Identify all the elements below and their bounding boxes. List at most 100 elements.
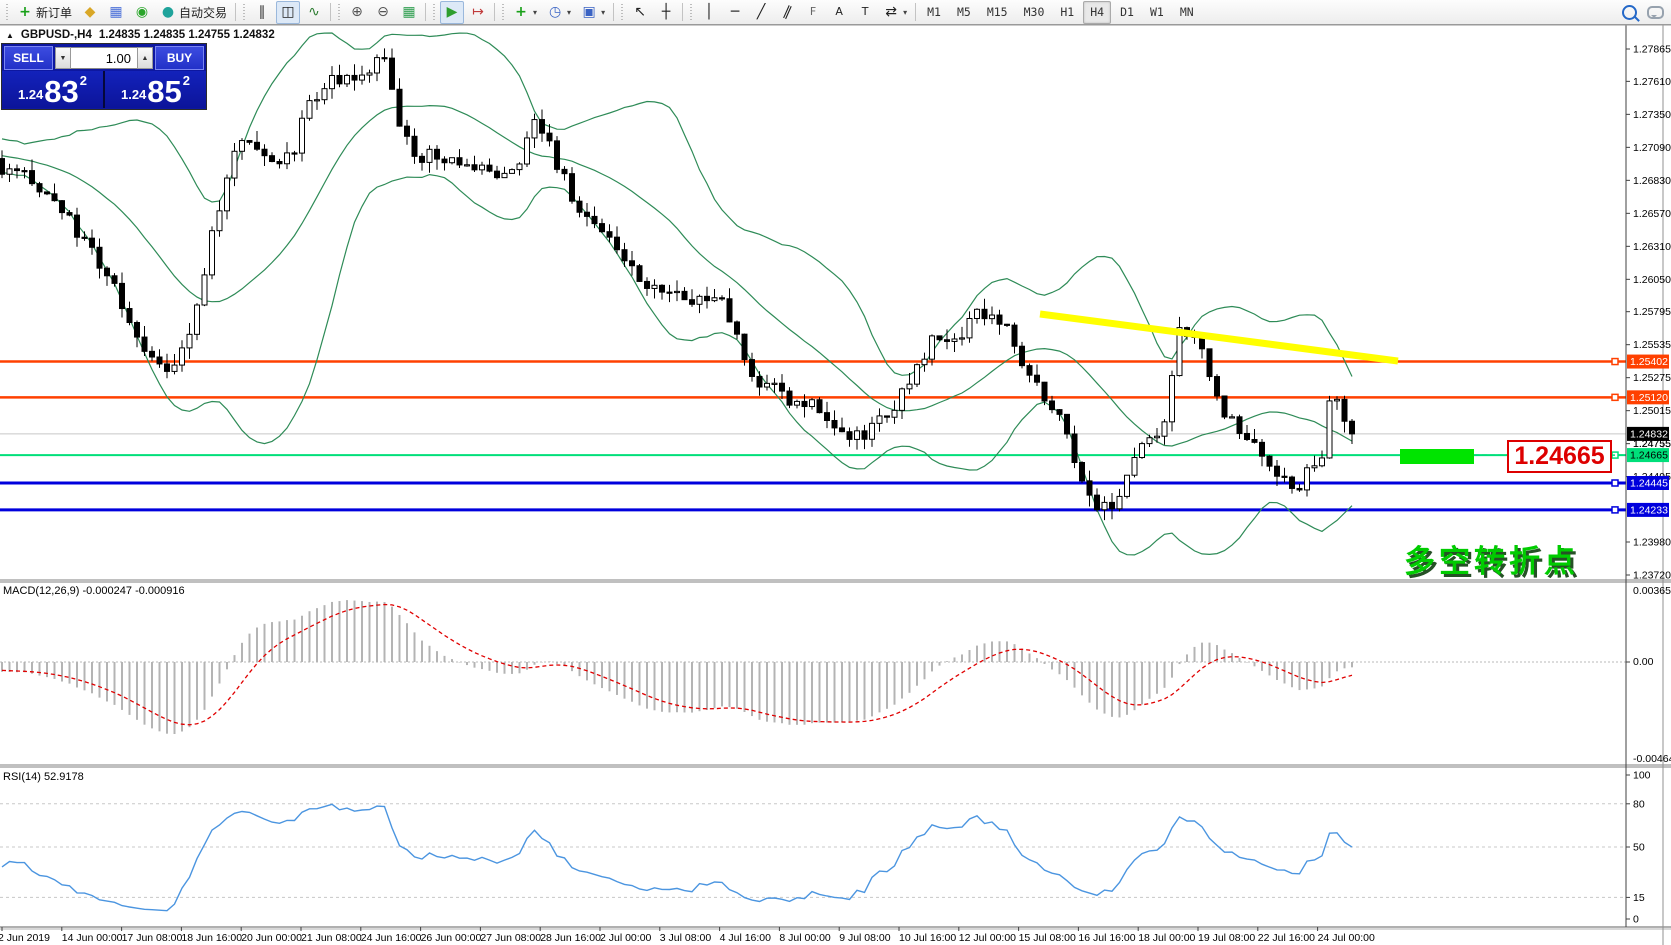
candle-down (277, 162, 282, 164)
level-handle[interactable] (1612, 507, 1618, 513)
new-order-button[interactable]: +新订单 (13, 1, 76, 24)
candle-up (712, 298, 717, 301)
candle-up (1132, 458, 1137, 476)
level-handle[interactable] (1612, 480, 1618, 486)
timeframe-m5-button[interactable]: M5 (950, 1, 978, 24)
timeframe-d1-button[interactable]: D1 (1113, 1, 1141, 24)
level-handle[interactable] (1612, 359, 1618, 365)
collapse-panel-icon[interactable]: ▲ (6, 31, 14, 40)
candle-up (187, 334, 192, 348)
auto-scroll-button[interactable]: ▶ (440, 1, 464, 24)
chat-button[interactable] (1643, 1, 1668, 24)
candle-down (727, 299, 732, 322)
line-chart-button[interactable]: ∿ (302, 1, 326, 24)
candle-down (1222, 396, 1227, 417)
signals-button[interactable]: ◉ (130, 1, 154, 24)
new-order-button-label: 新订单 (36, 4, 72, 21)
price-callout-box[interactable]: 1.24665 (1507, 440, 1612, 473)
vertical-line-tool[interactable]: │ (697, 1, 721, 24)
candle-down (255, 142, 260, 149)
candle-down (382, 58, 387, 59)
periods-button[interactable]: ◷▾ (543, 1, 575, 24)
indicators-button[interactable]: +▾ (509, 1, 541, 24)
level-handle[interactable] (1612, 394, 1618, 400)
vertical-line-tool-icon: │ (701, 5, 717, 19)
bar-chart-button[interactable]: ∥ (250, 1, 274, 24)
toolbar-separator (613, 3, 614, 21)
text-label-tool[interactable]: T (853, 1, 877, 24)
candle-up (502, 173, 507, 177)
auto-trading-button[interactable]: ●自动交易 (156, 1, 231, 24)
buy-button[interactable]: BUY (155, 46, 204, 70)
time-axis-label: 3 Jul 08:00 (660, 932, 712, 944)
rsi-indicator-label: RSI(14) 52.9178 (3, 771, 84, 783)
candle-down (1027, 366, 1032, 376)
volume-decrease-button[interactable]: ▼ (55, 47, 71, 69)
templates-button[interactable]: ▣▾ (577, 1, 609, 24)
timeframe-w1-button[interactable]: W1 (1143, 1, 1171, 24)
price-tick-label: 1.27090 (1633, 142, 1671, 154)
volume-increase-button[interactable]: ▲ (137, 47, 153, 69)
buy-price[interactable]: 1.24852 (105, 71, 206, 108)
timeframe-m30-button[interactable]: M30 (1017, 1, 1052, 24)
cursor-tool-button[interactable]: ↖ (628, 1, 652, 24)
equidistant-channel-tool[interactable]: ∥ (775, 1, 799, 24)
zoom-in-button-icon: ⊕ (349, 5, 365, 19)
green-highlight-bar[interactable] (1400, 449, 1474, 464)
volume-input[interactable] (71, 47, 137, 69)
candle-up (450, 158, 455, 163)
chart-profile-button-icon: ◆ (82, 5, 98, 19)
yellow-trendline[interactable] (1040, 314, 1398, 361)
chart-canvas[interactable]: 1.278651.276101.273501.270901.268301.265… (0, 25, 1671, 945)
chart-text-annotation[interactable]: 多空转折点 (1404, 536, 1579, 581)
search-button[interactable] (1618, 1, 1641, 24)
sell-price[interactable]: 1.24832 (2, 71, 103, 108)
trendline-tool[interactable]: ╱ (749, 1, 773, 24)
candlestick-chart-button[interactable]: ◫ (276, 1, 300, 24)
crosshair-tool-button[interactable]: ┼ (654, 1, 678, 24)
rsi-axis-label: 100 (1633, 770, 1651, 782)
candle-up (870, 423, 875, 439)
candle-down (457, 158, 462, 165)
fibonacci-tool[interactable]: F (801, 1, 825, 24)
timeframe-mn-button[interactable]: MN (1173, 1, 1201, 24)
candle-down (622, 250, 627, 261)
periods-button-icon: ◷ (547, 5, 563, 19)
horizontal-line-tool[interactable]: ─ (723, 1, 747, 24)
text-tool[interactable]: A (827, 1, 851, 24)
arrows-tool[interactable]: ⇄▾ (879, 1, 911, 24)
candle-up (1170, 376, 1175, 422)
chart-window: 1.278651.276101.273501.270901.268301.265… (0, 25, 1671, 945)
candle-down (22, 171, 27, 172)
candle-down (1215, 377, 1220, 396)
indicators-button-dropdown-icon[interactable]: ▾ (533, 8, 537, 17)
tile-windows-button[interactable]: ▦ (397, 1, 421, 24)
equidistant-channel-tool-icon: ∥ (779, 5, 795, 19)
arrows-tool-dropdown-icon[interactable]: ▾ (903, 8, 907, 17)
price-tick-label: 1.26570 (1633, 208, 1671, 220)
chart-profile-button[interactable]: ◆ (78, 1, 102, 24)
timeframe-m1-button[interactable]: M1 (920, 1, 948, 24)
toolbar-separator (915, 3, 916, 21)
templates-button-dropdown-icon[interactable]: ▾ (601, 8, 605, 17)
arrows-tool-icon: ⇄ (883, 5, 899, 19)
candle-down (165, 364, 170, 371)
chart-shift-button[interactable]: ↦ (466, 1, 490, 24)
sell-button[interactable]: SELL (4, 46, 53, 70)
candle-down (127, 309, 132, 323)
timeframe-m15-button[interactable]: M15 (980, 1, 1015, 24)
candle-down (585, 212, 590, 216)
candle-down (1342, 399, 1347, 421)
zoom-out-button[interactable]: ⊖ (371, 1, 395, 24)
market-watch-button[interactable]: ▦ (104, 1, 128, 24)
toolbar-grip (5, 4, 9, 20)
candle-up (232, 151, 237, 178)
candle-down (97, 247, 102, 268)
zoom-in-button[interactable]: ⊕ (345, 1, 369, 24)
timeframe-h4-button[interactable]: H4 (1083, 1, 1111, 24)
toolbar-grip (432, 4, 436, 20)
candle-down (120, 283, 125, 308)
timeframe-h1-button[interactable]: H1 (1053, 1, 1081, 24)
time-axis-label: 14 Jun 00:00 (62, 932, 123, 944)
periods-button-dropdown-icon[interactable]: ▾ (567, 8, 571, 17)
